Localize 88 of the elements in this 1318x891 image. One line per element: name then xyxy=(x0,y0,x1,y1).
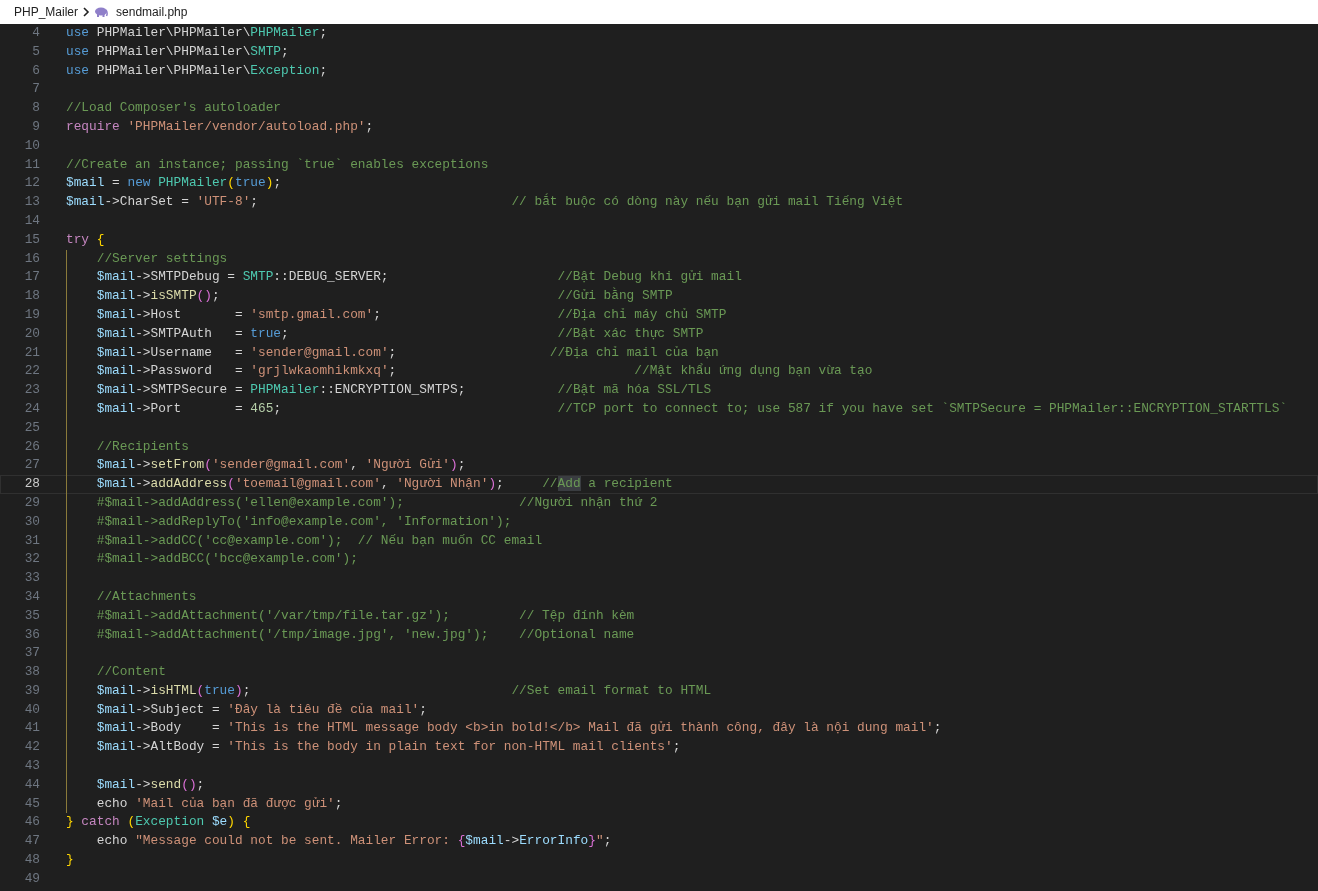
line-number: 45 xyxy=(23,794,40,813)
line-number: 9 xyxy=(31,118,40,136)
code-line: $mail = new PHPMailer(true); xyxy=(66,175,282,191)
line-number: 44 xyxy=(23,775,40,794)
line-number: 10 xyxy=(23,136,40,155)
line-number: 28 xyxy=(23,475,40,494)
code-line: //Load Composer's autoloader xyxy=(66,100,282,116)
code-line: #$mail->addCC('cc@example.com'); // Nếu bạn muốn CC email xyxy=(95,532,543,548)
line-number: 8 xyxy=(31,99,40,118)
line-number: 24 xyxy=(23,399,40,418)
code-line: $mail->CharSet = 'UTF-8'; // bắt buộc có dòng này nếu bạn gửi mail Tiếng Việt xyxy=(66,194,904,210)
line-number: 17 xyxy=(23,268,40,287)
line-number: 11 xyxy=(23,155,40,174)
code-line: $mail->SMTPDebug = SMTP::DEBUG_SERVER; //Bật Debug khi gửi mail xyxy=(95,269,742,285)
code-line: } xyxy=(66,852,74,868)
line-number: 20 xyxy=(23,324,40,343)
code-line: $mail->setFrom('sender@gmail.com', 'Người Gửi'); xyxy=(95,457,466,473)
code-line: #$mail->addAddress('ellen@example.com'); //Người nhận thứ 2 xyxy=(95,494,658,510)
code-line: $mail->isSMTP(); //Gửi bằng SMTP xyxy=(95,288,673,304)
line-number: 43 xyxy=(23,757,40,776)
code-line: $mail->addAddress('toemail@gmail.com', 'Người Nhận'); //Add a recipient xyxy=(95,476,673,492)
line-number: 22 xyxy=(23,362,40,381)
line-number: 33 xyxy=(23,569,40,588)
line-number: 6 xyxy=(31,61,40,80)
line-number: 26 xyxy=(23,437,40,456)
code-line: $mail->Username = 'sender@gmail.com'; //Địa chỉ mail của bạn xyxy=(95,344,719,360)
line-number: 23 xyxy=(23,381,40,400)
line-number: 41 xyxy=(23,719,40,738)
line-number: 49 xyxy=(23,869,40,888)
line-number: 48 xyxy=(23,851,40,870)
code-line: echo 'Mail của bạn đã được gửi'; xyxy=(95,795,343,811)
line-number: 34 xyxy=(23,587,40,606)
breadcrumb-folder[interactable]: PHP_Mailer xyxy=(14,3,79,21)
code-line: //Create an instance; passing `true` enables exceptions xyxy=(66,156,489,172)
code-line: #$mail->addBCC('bcc@example.com'); xyxy=(95,551,358,567)
code-line: require 'PHPMailer/vendor/autoload.php'; xyxy=(66,119,374,134)
line-number: 13 xyxy=(23,193,40,212)
line-number: 35 xyxy=(23,606,40,625)
line-number: 30 xyxy=(23,512,40,531)
line-number: 21 xyxy=(23,343,40,362)
line-number: 32 xyxy=(23,550,40,569)
code-line: echo "Message could not be sent. Mailer Error: {$mail->ErrorInfo}"; xyxy=(95,833,612,849)
code-line: $mail->send(); xyxy=(95,776,205,792)
line-number: 46 xyxy=(23,813,40,832)
code-line: try { xyxy=(66,231,105,247)
code-line: $mail->SMTPAuth = true; //Bật xác thực SMTP xyxy=(95,325,704,341)
code-line: $mail->Subject = 'Đây là tiêu đề của mail'; xyxy=(95,701,427,717)
line-number: 12 xyxy=(23,174,40,193)
code-line: //Recipients xyxy=(95,438,189,454)
line-number: 7 xyxy=(31,80,40,99)
code-line: use PHPMailer\PHPMailer\SMTP; xyxy=(66,43,289,59)
code-line: //Attachments xyxy=(95,588,197,604)
code-line: } catch (Exception $e) { xyxy=(66,814,251,830)
line-number: 38 xyxy=(23,663,40,682)
code-line: $mail->isHTML(true); //Set email format to HTML xyxy=(95,682,712,698)
line-number: 47 xyxy=(23,832,40,851)
breadcrumb-file[interactable]: sendmail.php xyxy=(116,3,188,21)
code-line: $mail->Password = 'grjlwkaomhikmkxq'; //Mật khẩu ứng dụng bạn vừa tạo xyxy=(95,363,873,379)
code-line: use PHPMailer\PHPMailer\Exception; xyxy=(66,62,328,78)
code-line: #$mail->addReplyTo('info@example.com', 'Information'); xyxy=(95,513,512,529)
code-line: $mail->Body = 'This is the HTML message body <b>in bold!</b> Mail đã gửi thành công, đây là nội dung mail'; xyxy=(95,720,942,736)
code-line: //Server settings xyxy=(95,250,228,266)
line-number: 5 xyxy=(31,42,40,61)
line-number: 36 xyxy=(23,625,40,644)
line-number: 18 xyxy=(23,287,40,306)
line-number: 15 xyxy=(23,230,40,249)
line-number: 40 xyxy=(23,700,40,719)
code-line: #$mail->addAttachment('/tmp/image.jpg', 'new.jpg'); //Optional name xyxy=(95,626,635,642)
code-line: $mail->SMTPSecure = PHPMailer::ENCRYPTION_SMTPS; //Bật mã hóa SSL/TLS xyxy=(95,382,712,398)
code-line: $mail->Port = 465; //TCP port to connect to; use 587 if you have set `SMTPSecure = PHPMailer::ENCRYPTION_STARTTLS` xyxy=(95,400,1288,416)
line-number: 29 xyxy=(23,493,40,512)
line-number: 14 xyxy=(23,211,40,230)
code-line: use PHPMailer\PHPMailer\PHPMailer; xyxy=(66,25,328,40)
chevron-icon xyxy=(82,7,91,17)
line-number: 4 xyxy=(31,24,40,42)
line-number: 19 xyxy=(23,305,40,324)
elephant-icon xyxy=(94,7,109,17)
code-line: $mail->AltBody = 'This is the body in plain text for non-HTML mail clients'; xyxy=(95,739,681,755)
code-line: #$mail->addAttachment('/var/tmp/file.tar.gz'); // Tệp đính kèm xyxy=(95,607,635,623)
line-number: 25 xyxy=(23,418,40,437)
line-number: 39 xyxy=(23,681,40,700)
line-number: 42 xyxy=(23,738,40,757)
line-number: 27 xyxy=(23,456,40,475)
code-line: //Content xyxy=(95,664,166,680)
line-number: 31 xyxy=(23,531,40,550)
line-number: 16 xyxy=(23,249,40,268)
line-number: 37 xyxy=(23,644,40,663)
code-line: $mail->Host = 'smtp.gmail.com'; //Địa chỉ máy chủ SMTP xyxy=(95,306,727,322)
